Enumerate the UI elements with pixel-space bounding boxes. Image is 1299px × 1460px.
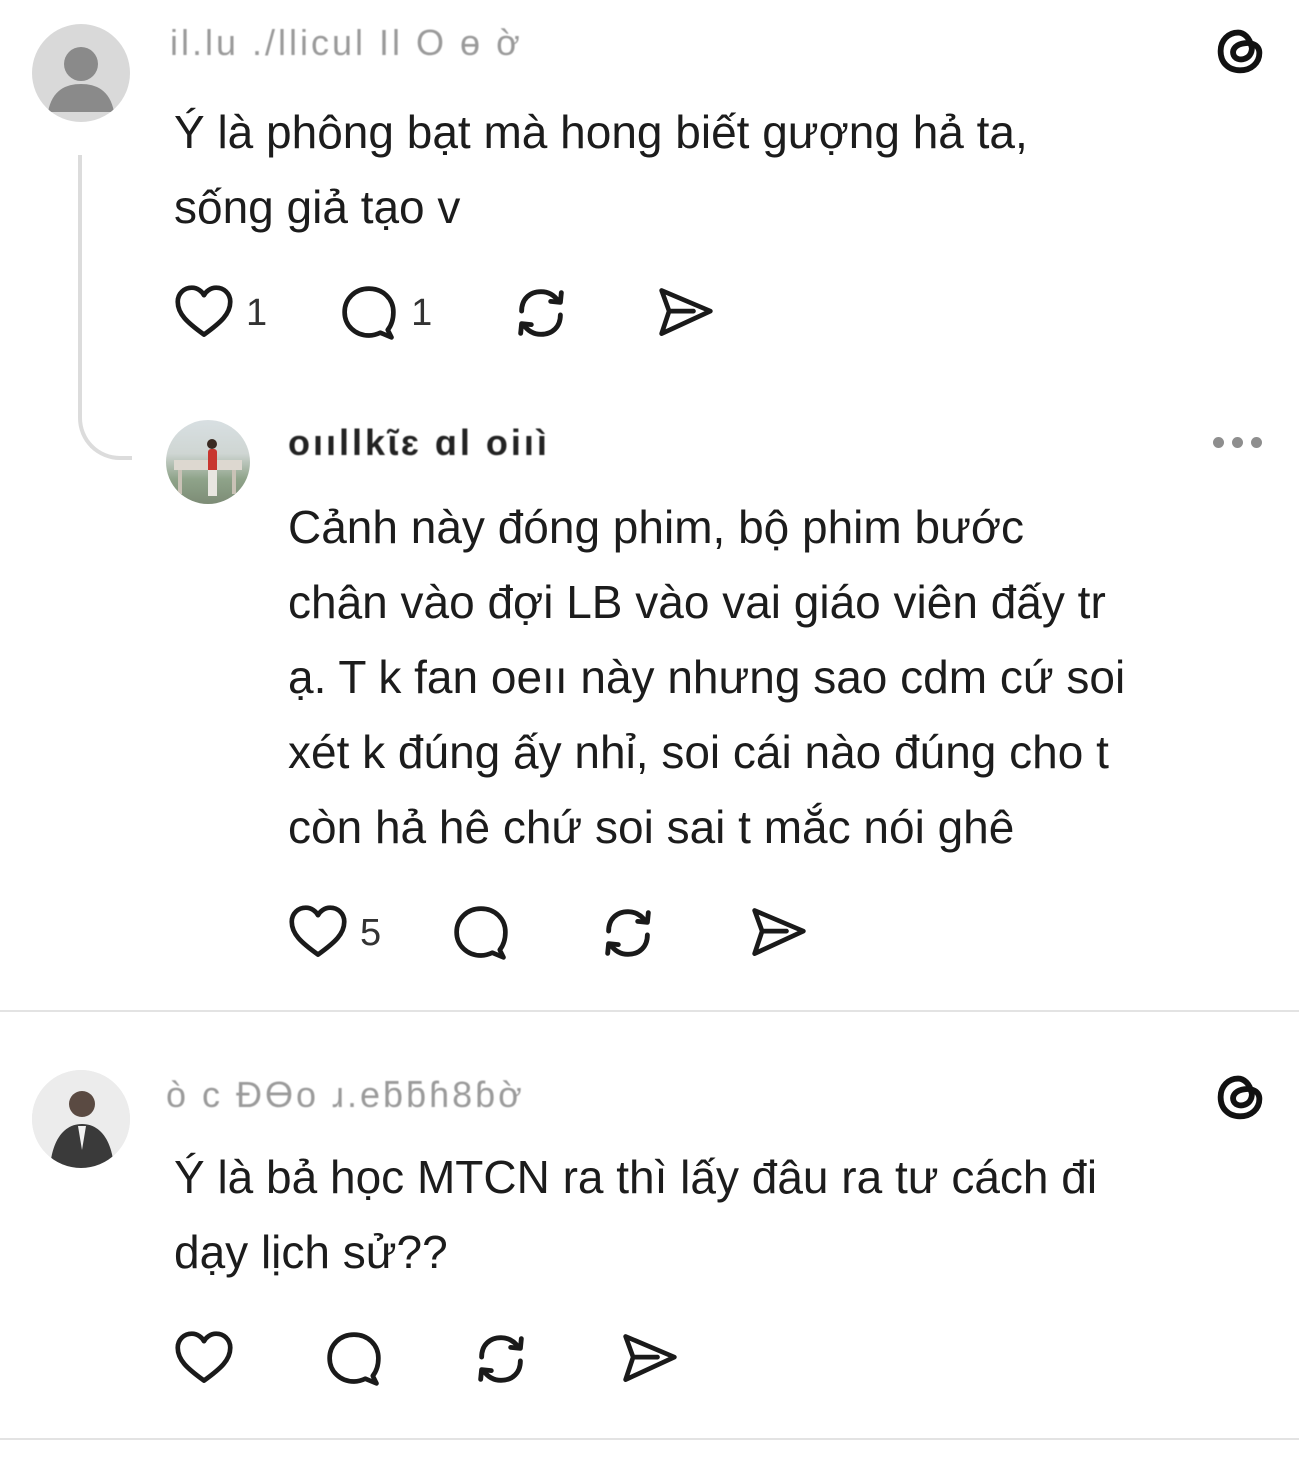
post-text: Ý là bả học MTCN ra thì lấy đâu ra tư cá… bbox=[174, 1151, 1098, 1278]
heart-icon bbox=[174, 1329, 234, 1389]
divider bbox=[0, 1438, 1299, 1440]
send-icon bbox=[620, 1329, 680, 1389]
share-button[interactable] bbox=[620, 1329, 680, 1389]
post-3: ò c ĐƟo ɹ.eƃƃɦ8ɓờ Ý là bả học MTCN ra th… bbox=[0, 0, 1299, 1440]
repost-button[interactable] bbox=[470, 1328, 532, 1390]
threads-icon[interactable] bbox=[1209, 1064, 1271, 1126]
comment-icon bbox=[324, 1329, 384, 1389]
like-button[interactable] bbox=[174, 1329, 234, 1389]
username[interactable]: ò c ĐƟo ɹ.eƃƃɦ8ɓờ bbox=[166, 1074, 525, 1116]
action-bar bbox=[174, 1328, 680, 1390]
repost-icon bbox=[470, 1328, 532, 1390]
profile-photo bbox=[32, 1070, 130, 1168]
reply-button[interactable] bbox=[324, 1329, 384, 1389]
avatar[interactable] bbox=[32, 1070, 130, 1168]
